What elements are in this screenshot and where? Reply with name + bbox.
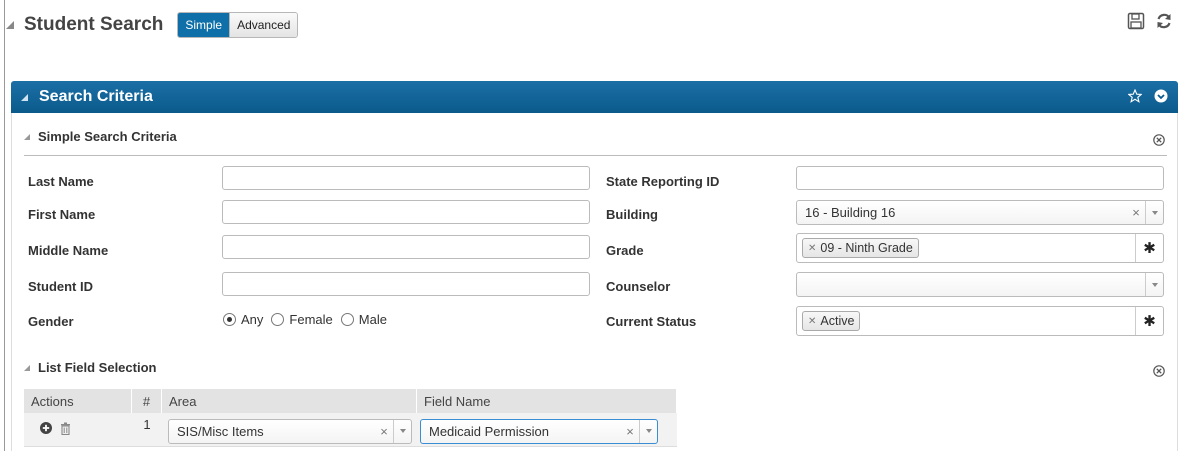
building-label: Building bbox=[606, 207, 658, 222]
gender-radio-group: Any Female Male bbox=[223, 312, 395, 327]
select-all-icon[interactable]: ✱ bbox=[1135, 307, 1163, 335]
counselor-label: Counselor bbox=[606, 279, 671, 294]
radio-icon bbox=[340, 313, 354, 326]
column-header-area: Area bbox=[162, 389, 417, 413]
simple-search-header[interactable]: Simple Search Criteria bbox=[24, 129, 177, 144]
counselor-select[interactable] bbox=[796, 272, 1164, 297]
area-select[interactable]: SIS/Misc Items × bbox=[168, 418, 412, 444]
gender-any-radio[interactable]: Any bbox=[223, 312, 263, 327]
collapse-triangle-icon[interactable] bbox=[21, 93, 28, 101]
building-select[interactable]: 16 - Building 16 × bbox=[796, 200, 1164, 225]
gender-female-radio[interactable]: Female bbox=[271, 312, 333, 327]
field-name-value: Medicaid Permission bbox=[429, 423, 549, 439]
grade-label: Grade bbox=[606, 243, 644, 258]
clear-icon[interactable]: × bbox=[621, 424, 639, 439]
page-header: Student Search Simple Advanced bbox=[6, 10, 299, 40]
search-mode-toggle: Simple Advanced bbox=[177, 12, 299, 38]
chevron-down-icon[interactable] bbox=[639, 419, 657, 443]
trash-icon[interactable] bbox=[60, 422, 71, 438]
collapse-triangle-icon[interactable] bbox=[24, 364, 30, 371]
column-header-field-name: Field Name bbox=[417, 389, 677, 413]
chevron-down-icon[interactable] bbox=[1145, 201, 1163, 224]
search-criteria-bar[interactable]: Search Criteria bbox=[11, 81, 1178, 113]
area-cell: SIS/Misc Items × bbox=[162, 416, 417, 444]
star-icon[interactable] bbox=[1127, 88, 1143, 108]
column-header-actions: Actions bbox=[24, 389, 132, 413]
collapse-triangle-icon[interactable] bbox=[24, 133, 30, 140]
area-value: SIS/Misc Items bbox=[177, 423, 264, 439]
grade-tag: ✕ 09 - Ninth Grade bbox=[802, 238, 919, 258]
collapse-triangle-icon[interactable] bbox=[6, 21, 14, 29]
state-reporting-id-input[interactable] bbox=[796, 166, 1164, 190]
column-header-number: # bbox=[132, 389, 162, 413]
panel-actions bbox=[1127, 88, 1168, 108]
current-status-multiselect[interactable]: ✕ Active ✱ bbox=[796, 306, 1164, 336]
student-id-input[interactable] bbox=[222, 272, 590, 296]
grade-multiselect[interactable]: ✕ 09 - Ninth Grade ✱ bbox=[796, 233, 1164, 263]
state-reporting-id-label: State Reporting ID bbox=[606, 174, 720, 189]
section-title: Simple Search Criteria bbox=[38, 129, 177, 144]
chevron-down-icon[interactable] bbox=[1145, 273, 1163, 296]
clear-icon[interactable]: × bbox=[375, 424, 393, 439]
save-icon[interactable] bbox=[1127, 12, 1145, 30]
middle-name-input[interactable] bbox=[222, 235, 590, 259]
table-header: Actions # Area Field Name bbox=[24, 389, 677, 413]
advanced-mode-button[interactable]: Advanced bbox=[229, 13, 298, 37]
list-field-table: Actions # Area Field Name 1 SIS/Misc Ite… bbox=[24, 389, 677, 447]
field-name-cell: Medicaid Permission × bbox=[417, 416, 677, 444]
last-name-input[interactable] bbox=[222, 166, 590, 190]
divider bbox=[24, 155, 1167, 156]
header-actions bbox=[1127, 12, 1173, 30]
section-title: List Field Selection bbox=[38, 360, 157, 375]
student-id-label: Student ID bbox=[28, 279, 93, 294]
middle-name-label: Middle Name bbox=[28, 243, 109, 258]
clear-icon[interactable]: × bbox=[1127, 205, 1145, 220]
first-name-input[interactable] bbox=[222, 200, 590, 224]
current-status-label: Current Status bbox=[606, 314, 697, 329]
status-tag: ✕ Active bbox=[802, 311, 861, 331]
first-name-label: First Name bbox=[28, 207, 96, 222]
select-all-icon[interactable]: ✱ bbox=[1135, 234, 1163, 262]
row-actions bbox=[24, 422, 132, 438]
refresh-icon[interactable] bbox=[1155, 12, 1173, 30]
radio-selected-icon bbox=[223, 313, 236, 326]
remove-tag-icon[interactable]: ✕ bbox=[808, 316, 816, 327]
gender-label: Gender bbox=[28, 314, 74, 329]
page-title: Student Search bbox=[24, 14, 164, 35]
gender-male-radio[interactable]: Male bbox=[340, 312, 387, 327]
simple-mode-button[interactable]: Simple bbox=[178, 13, 230, 37]
chevron-down-circle-icon[interactable] bbox=[1154, 89, 1168, 108]
table-row: 1 SIS/Misc Items × Medicaid Permission × bbox=[24, 413, 677, 447]
building-value: 16 - Building 16 bbox=[805, 205, 896, 220]
field-name-select[interactable]: Medicaid Permission × bbox=[420, 418, 658, 444]
add-icon[interactable] bbox=[40, 422, 52, 437]
list-field-selection-header[interactable]: List Field Selection bbox=[24, 360, 156, 375]
radio-icon bbox=[271, 313, 285, 326]
close-section-icon[interactable] bbox=[1153, 133, 1165, 151]
chevron-down-icon[interactable] bbox=[393, 419, 411, 443]
remove-tag-icon[interactable]: ✕ bbox=[808, 243, 816, 254]
last-name-label: Last Name bbox=[28, 174, 94, 189]
close-section-icon[interactable] bbox=[1153, 364, 1165, 382]
panel-title: Search Criteria bbox=[39, 88, 153, 105]
row-number: 1 bbox=[143, 417, 151, 432]
